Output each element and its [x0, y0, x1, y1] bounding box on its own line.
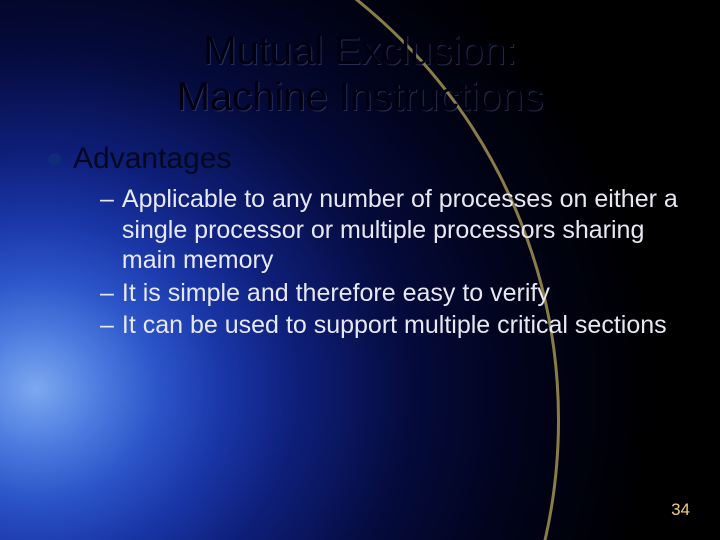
list-item: – It can be used to support multiple cri…: [100, 310, 678, 341]
advantages-list: – Applicable to any number of processes …: [100, 184, 678, 341]
list-item-text: Applicable to any number of processes on…: [122, 184, 678, 276]
page-number: 34: [671, 500, 690, 520]
list-item: – It is simple and therefore easy to ver…: [100, 278, 678, 309]
list-item-text: It can be used to support multiple criti…: [122, 310, 667, 341]
slide-title: Mutual Exclusion: Machine Instructions: [42, 28, 678, 120]
bullet-dot-icon: [48, 153, 61, 166]
title-line-2: Machine Instructions: [177, 75, 544, 119]
advantages-heading: Advantages: [73, 142, 231, 176]
dash-icon: –: [100, 278, 114, 309]
title-line-1: Mutual Exclusion:: [203, 29, 516, 73]
dash-icon: –: [100, 184, 114, 276]
list-item: – Applicable to any number of processes …: [100, 184, 678, 276]
slide: Mutual Exclusion: Machine Instructions A…: [0, 0, 720, 540]
dash-icon: –: [100, 310, 114, 341]
list-item-text: It is simple and therefore easy to verif…: [122, 278, 550, 309]
bullet-advantages: Advantages: [48, 142, 678, 176]
